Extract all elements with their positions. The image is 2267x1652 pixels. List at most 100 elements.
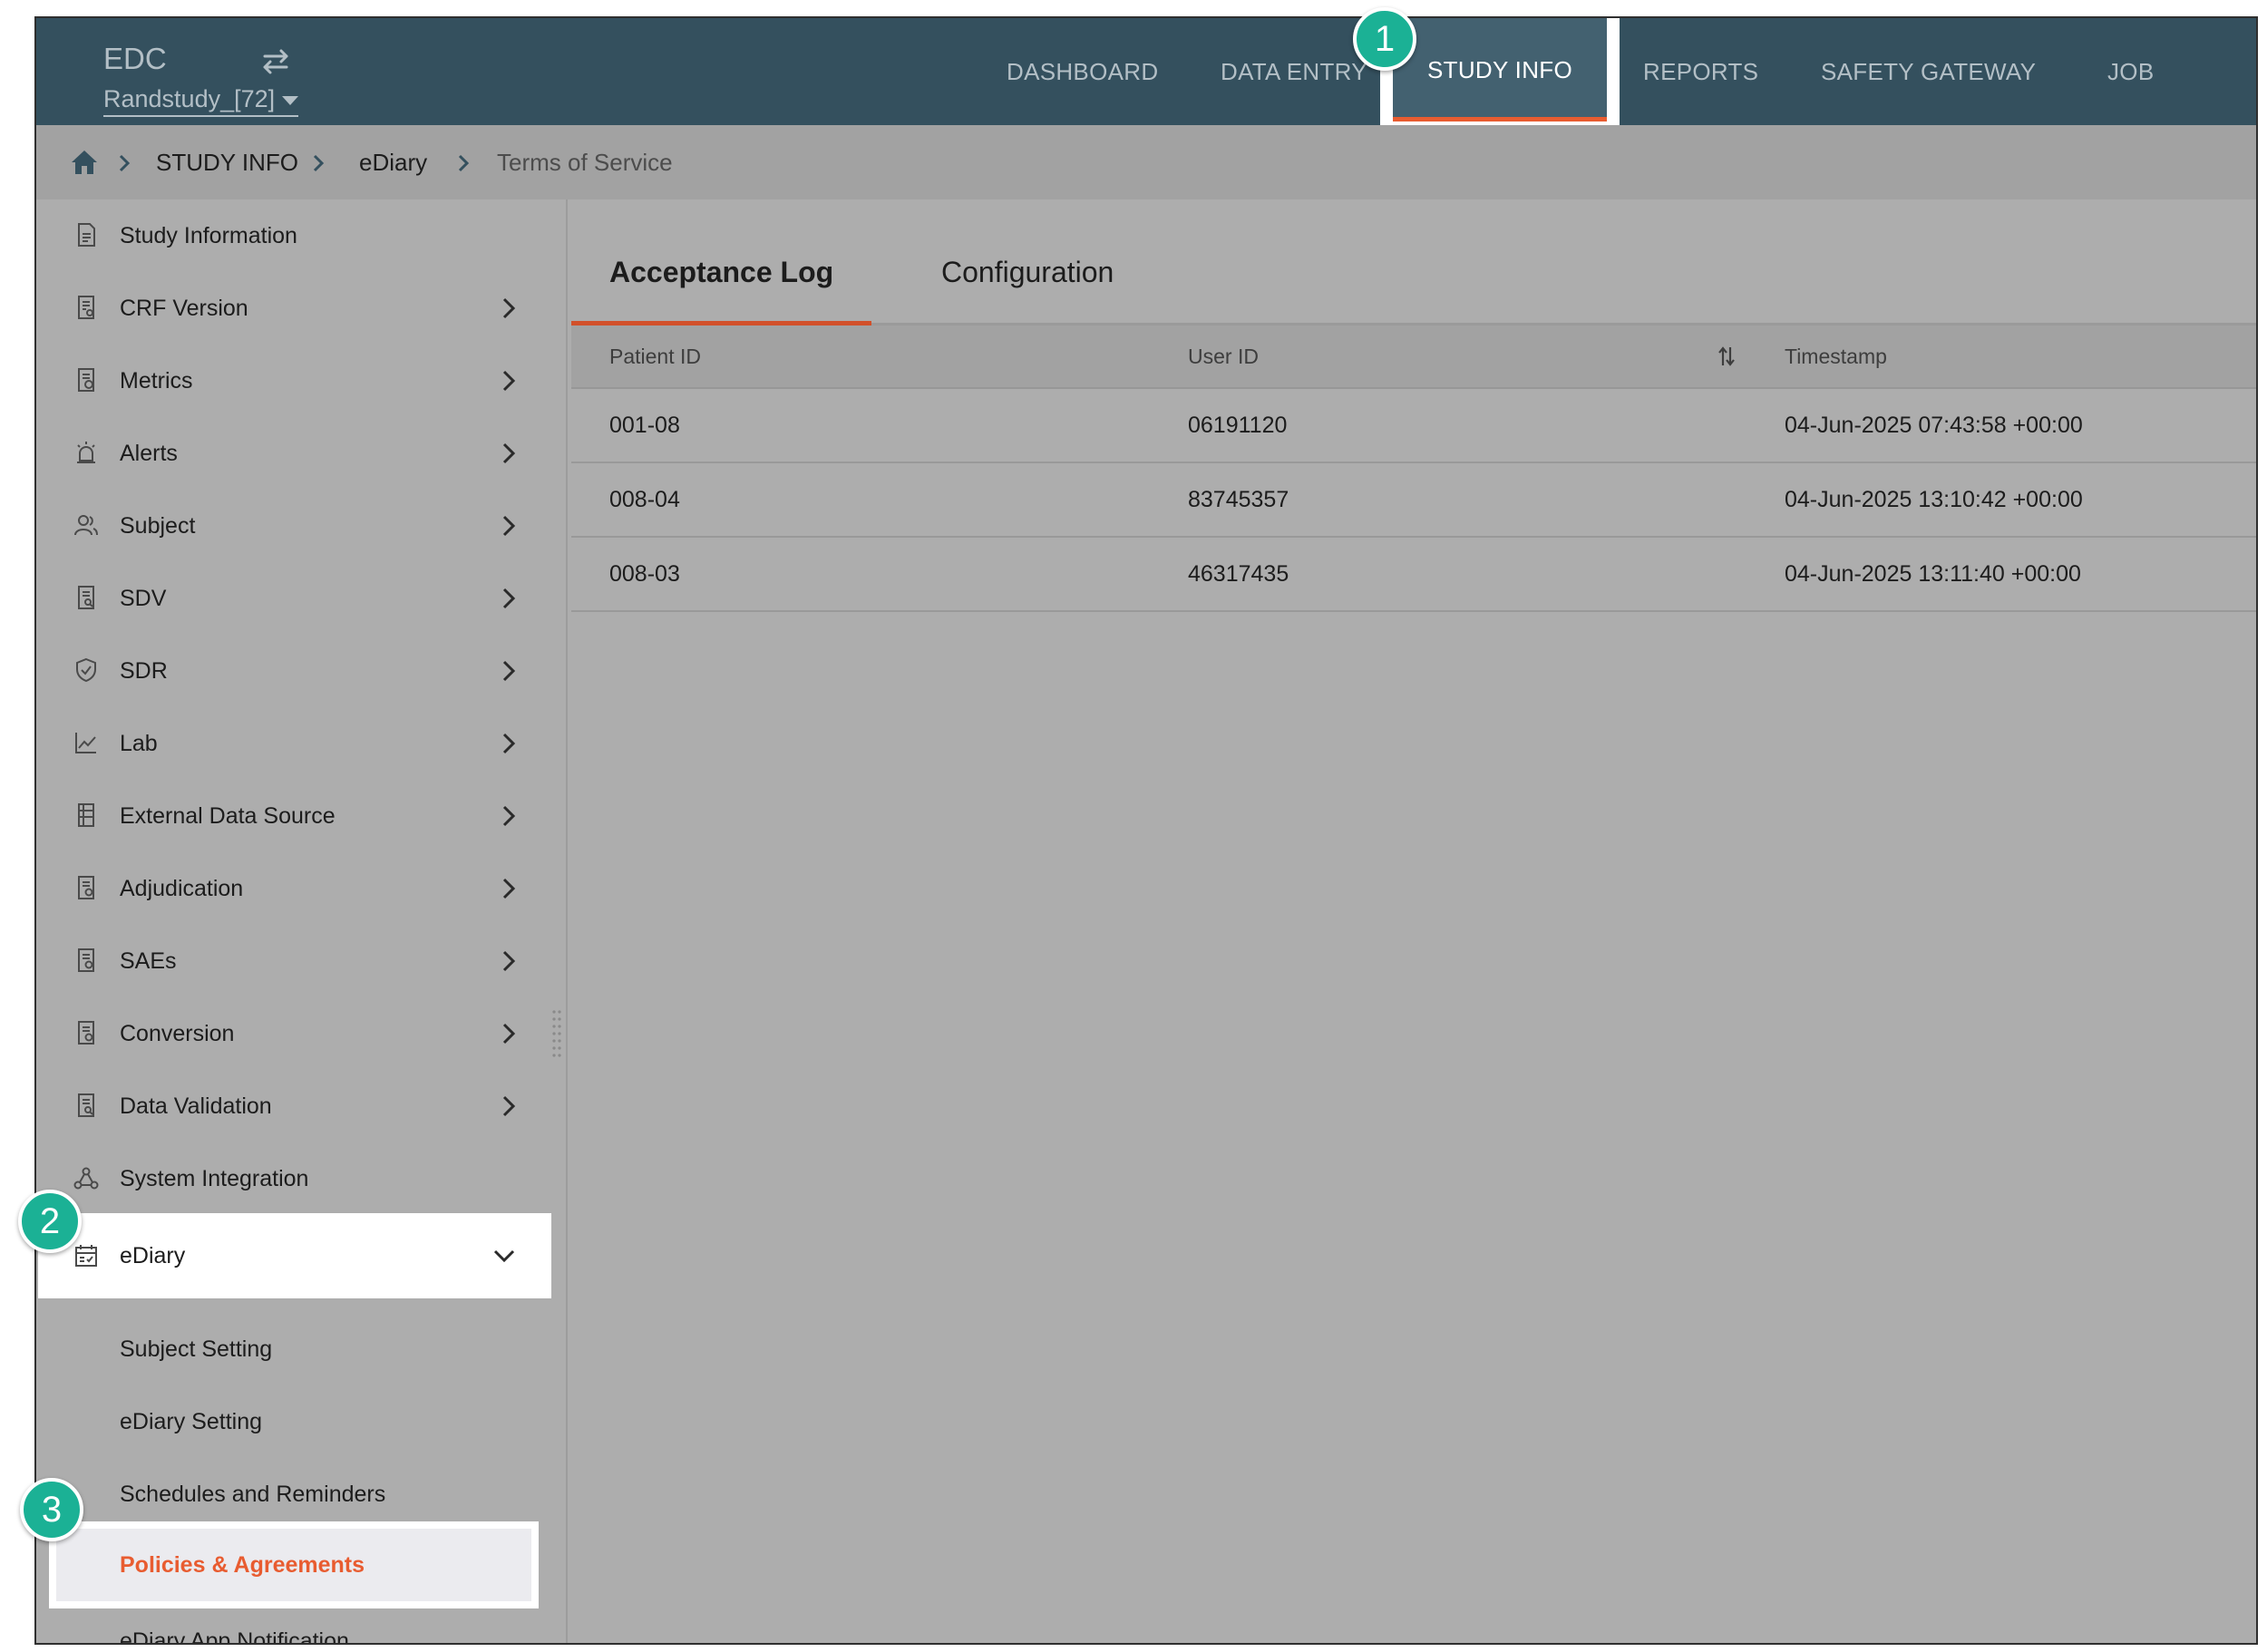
doc-gear-icon — [78, 1021, 94, 1045]
cell-user-id: 46317435 — [1188, 561, 1289, 587]
nav-tab-reports[interactable]: REPORTS — [1643, 18, 1758, 125]
nav-tab-study-info-label: STUDY INFO — [1427, 56, 1572, 83]
cell-patient-id: 001-08 — [609, 413, 680, 438]
sidebar-item-label: Alerts — [120, 441, 178, 466]
chevron-right-icon — [502, 370, 516, 392]
sidebar-subitem-label: eDiary App Notification — [120, 1628, 349, 1645]
sidebar-item-label: System Integration — [120, 1166, 309, 1191]
sidebar: Study Information CRF Version Metrics Al… — [36, 199, 568, 1643]
sidebar-item-study-information[interactable]: Study Information — [36, 199, 566, 272]
sidebar-item-label: Adjudication — [120, 876, 244, 901]
database-icon — [78, 803, 94, 827]
column-header-user-id[interactable]: User ID — [1188, 326, 1259, 387]
shield-check-icon — [76, 657, 96, 683]
chevron-right-icon — [502, 878, 516, 899]
cell-timestamp: 04-Jun-2025 07:43:58 +00:00 — [1785, 413, 2083, 438]
nav-tab-study-info[interactable]: STUDY INFO — [1393, 18, 1607, 121]
sidebar-item-label: SAEs — [120, 948, 177, 974]
active-tab-indicator — [1393, 117, 1607, 121]
tab-acceptance-log[interactable]: Acceptance Log — [571, 223, 872, 326]
annotation-badge-1: 1 — [1353, 7, 1416, 71]
chevron-right-icon — [502, 297, 516, 319]
cell-user-id: 06191120 — [1188, 413, 1288, 438]
sidebar-subitem-label: Schedules and Reminders — [120, 1482, 386, 1507]
sidebar-item-crf-version[interactable]: CRF Version — [36, 272, 566, 345]
annotation-badge-2: 2 — [18, 1190, 82, 1253]
table-row[interactable]: 001-08 06191120 04-Jun-2025 07:43:58 +00… — [571, 389, 2256, 463]
nav-tab-safety-gateway[interactable]: SAFETY GATEWAY — [1821, 18, 2036, 125]
sidebar-item-sdv[interactable]: SDV — [36, 562, 566, 635]
sidebar-item-metrics[interactable]: Metrics — [36, 345, 566, 417]
table-row[interactable]: 008-04 83745357 04-Jun-2025 13:10:42 +00… — [571, 463, 2256, 538]
nav-tab-dashboard[interactable]: DASHBOARD — [1007, 18, 1158, 125]
chevron-right-icon — [313, 154, 325, 172]
sidebar-item-adjudication[interactable]: Adjudication — [36, 852, 566, 925]
column-header-timestamp[interactable]: Timestamp — [1785, 326, 1887, 387]
line-chart-icon — [75, 733, 96, 753]
sidebar-subitem-policies-agreements[interactable]: Policies & Agreements — [49, 1521, 539, 1608]
metrics-icon — [78, 368, 94, 392]
study-selector[interactable]: Randstudy_[72] — [103, 85, 299, 117]
tab-label: Configuration — [941, 256, 1114, 288]
doc-gear-icon — [78, 948, 94, 972]
breadcrumb-terms-of-service: Terms of Service — [497, 149, 673, 176]
sidebar-subitem-subject-setting[interactable]: Subject Setting — [36, 1313, 566, 1385]
app-name: EDC — [103, 42, 167, 75]
sidebar-item-label: eDiary — [120, 1243, 186, 1268]
chevron-right-icon — [502, 733, 516, 754]
tab-configuration[interactable]: Configuration — [941, 223, 1114, 323]
chevron-right-icon — [502, 442, 516, 464]
sort-icon[interactable] — [1716, 344, 1737, 369]
chevron-right-icon — [502, 588, 516, 609]
sidebar-item-label: Lab — [120, 731, 158, 756]
chevron-right-icon — [502, 1023, 516, 1045]
sidebar-subitem-ediary-app-notification[interactable]: eDiary App Notification — [36, 1605, 566, 1645]
nav-tab-job[interactable]: JOB — [2107, 18, 2154, 125]
breadcrumb-ediary[interactable]: eDiary — [359, 125, 427, 199]
sidebar-item-sdr[interactable]: SDR — [36, 635, 566, 707]
resize-handle[interactable] — [551, 1008, 562, 1063]
sidebar-item-system-integration[interactable]: System Integration — [36, 1142, 566, 1215]
cell-timestamp: 04-Jun-2025 13:11:40 +00:00 — [1785, 561, 2081, 587]
network-icon — [73, 1167, 99, 1190]
sidebar-item-saes[interactable]: SAEs — [36, 925, 566, 997]
sidebar-item-label: SDV — [120, 586, 167, 611]
nav-tab-data-entry[interactable]: DATA ENTRY — [1221, 18, 1367, 125]
sidebar-item-alerts[interactable]: Alerts — [36, 417, 566, 490]
sidebar-item-conversion[interactable]: Conversion — [36, 997, 566, 1070]
sidebar-subitem-label: eDiary Setting — [120, 1409, 263, 1434]
breadcrumb-study-info[interactable]: STUDY INFO — [156, 125, 298, 199]
chevron-right-icon — [119, 154, 131, 172]
home-icon[interactable] — [69, 147, 100, 178]
chevron-down-icon — [493, 1249, 515, 1263]
chevron-right-icon — [502, 805, 516, 827]
chevron-right-icon — [502, 950, 516, 972]
sidebar-item-subject[interactable]: Subject — [36, 490, 566, 562]
calendar-icon — [75, 1245, 97, 1267]
table-header: Patient ID User ID Timestamp — [571, 326, 2256, 389]
sidebar-subitem-label: Subject Setting — [120, 1336, 273, 1362]
sidebar-item-external-data-source[interactable]: External Data Source — [36, 780, 566, 852]
swap-icon[interactable] — [258, 44, 294, 80]
sidebar-subitem-ediary-setting[interactable]: eDiary Setting — [36, 1385, 566, 1458]
form-icon — [78, 296, 94, 319]
sidebar-item-label: Conversion — [120, 1021, 235, 1046]
sidebar-subitem-schedules-and-reminders[interactable]: Schedules and Reminders — [36, 1458, 566, 1531]
chevron-right-icon — [502, 515, 516, 537]
annotation-badge-3: 3 — [20, 1478, 83, 1541]
sidebar-item-lab[interactable]: Lab — [36, 707, 566, 780]
column-header-patient-id[interactable]: Patient ID — [609, 326, 701, 387]
chevron-right-icon — [458, 154, 470, 172]
table-row[interactable]: 008-03 46317435 04-Jun-2025 13:11:40 +00… — [571, 538, 2256, 612]
cell-patient-id: 008-04 — [609, 487, 680, 512]
sidebar-item-label: Subject — [120, 513, 196, 539]
sidebar-item-data-validation[interactable]: Data Validation — [36, 1070, 566, 1142]
sidebar-item-label: CRF Version — [120, 296, 248, 321]
caret-down-icon — [282, 95, 299, 105]
sidebar-item-ediary[interactable]: eDiary — [38, 1213, 551, 1298]
cell-timestamp: 04-Jun-2025 13:10:42 +00:00 — [1785, 487, 2083, 512]
alarm-icon — [77, 442, 95, 463]
sidebar-item-label: SDR — [120, 658, 168, 684]
doc-gear-icon — [78, 876, 94, 899]
sidebar-item-label: External Data Source — [120, 803, 336, 829]
